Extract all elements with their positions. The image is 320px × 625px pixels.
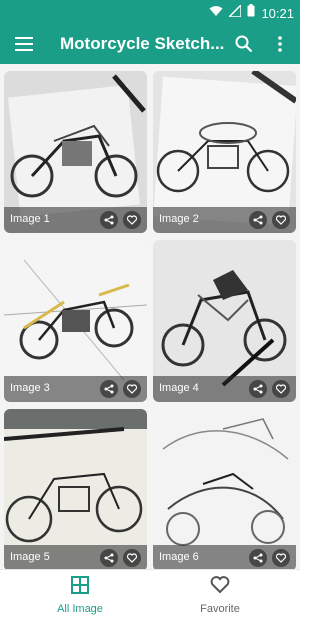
- favorite-button[interactable]: [272, 380, 290, 398]
- image-label: Image 4: [159, 382, 199, 394]
- image-card[interactable]: Image 3: [4, 240, 147, 402]
- favorite-button[interactable]: [272, 211, 290, 229]
- image-card[interactable]: Image 6: [153, 409, 296, 571]
- share-icon: [253, 215, 263, 225]
- share-icon: [253, 553, 263, 563]
- image-label: Image 2: [159, 213, 199, 225]
- status-bar: 10:21: [0, 0, 300, 24]
- heart-outline-icon: [276, 215, 286, 225]
- image-label: Image 1: [10, 213, 50, 225]
- signal-icon: [227, 3, 243, 22]
- heart-outline-icon: [210, 576, 230, 594]
- image-label: Image 5: [10, 551, 50, 563]
- share-button[interactable]: [249, 549, 267, 567]
- heart-outline-icon: [276, 384, 286, 394]
- nav-all-image[interactable]: All Image: [20, 576, 140, 622]
- hamburger-icon: [15, 37, 33, 51]
- heart-outline-icon: [127, 215, 137, 225]
- image-card[interactable]: Image 2: [153, 71, 296, 233]
- share-button[interactable]: [100, 211, 118, 229]
- heart-outline-icon: [276, 553, 286, 563]
- share-button[interactable]: [100, 549, 118, 567]
- card-footer: Image 3: [4, 376, 147, 402]
- favorite-button[interactable]: [123, 211, 141, 229]
- bottom-navigation: All Image Favorite: [0, 569, 300, 625]
- battery-icon: [247, 4, 255, 22]
- favorite-button[interactable]: [123, 380, 141, 398]
- search-button[interactable]: [230, 30, 258, 58]
- status-time: 10:21: [261, 5, 294, 21]
- grid-icon: [71, 576, 89, 594]
- wifi-icon: [209, 4, 223, 22]
- status-icons: 10:21: [209, 3, 294, 22]
- share-icon: [104, 215, 114, 225]
- image-label: Image 3: [10, 382, 50, 394]
- app-bar: Motorcycle Sketch...: [0, 24, 300, 64]
- share-button[interactable]: [249, 380, 267, 398]
- card-footer: Image 5: [4, 545, 147, 571]
- share-button[interactable]: [100, 380, 118, 398]
- image-card[interactable]: Image 5: [4, 409, 147, 571]
- favorite-button[interactable]: [272, 549, 290, 567]
- heart-outline-icon: [127, 553, 137, 563]
- search-icon: [235, 35, 253, 53]
- share-icon: [104, 553, 114, 563]
- favorite-button[interactable]: [123, 549, 141, 567]
- share-icon: [253, 384, 263, 394]
- card-footer: Image 2: [153, 207, 296, 233]
- image-grid: Image 1 Image 2 Image 3 Image 4 Image 5 …: [0, 64, 300, 571]
- heart-outline-icon: [127, 384, 137, 394]
- share-button[interactable]: [249, 211, 267, 229]
- card-footer: Image 4: [153, 376, 296, 402]
- image-label: Image 6: [159, 551, 199, 563]
- app-title: Motorcycle Sketch...: [60, 34, 225, 53]
- nav-favorite-label: Favorite: [200, 603, 240, 615]
- image-card[interactable]: Image 4: [153, 240, 296, 402]
- image-card[interactable]: Image 1: [4, 71, 147, 233]
- card-footer: Image 1: [4, 207, 147, 233]
- share-icon: [104, 384, 114, 394]
- nav-favorite[interactable]: Favorite: [160, 576, 280, 622]
- card-footer: Image 6: [153, 545, 296, 571]
- nav-all-image-label: All Image: [57, 603, 103, 615]
- more-vert-icon: [278, 36, 282, 52]
- more-options-button[interactable]: [266, 30, 294, 58]
- menu-button[interactable]: [10, 30, 38, 58]
